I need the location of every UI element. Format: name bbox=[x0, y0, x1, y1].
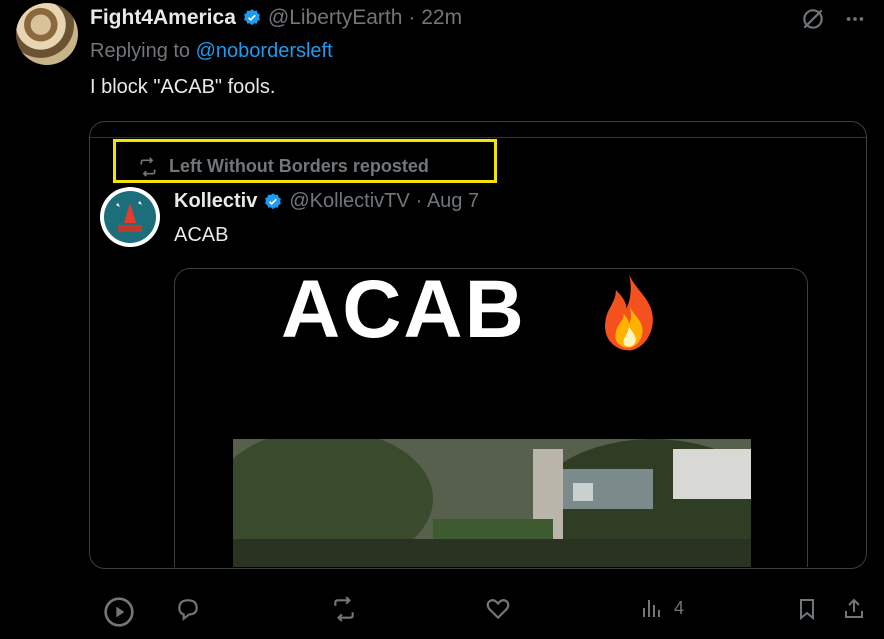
bookmark-icon bbox=[800, 599, 814, 621]
more-icon[interactable] bbox=[844, 8, 866, 30]
tweet-time[interactable]: · 22m bbox=[408, 6, 462, 30]
repost-indicator: Left Without Borders reposted bbox=[137, 156, 429, 177]
author-handle[interactable]: @LibertyEarth bbox=[268, 6, 403, 30]
fire-emoji bbox=[605, 274, 653, 351]
views-icon bbox=[643, 600, 660, 617]
rocket-logo-icon bbox=[116, 201, 142, 232]
reply-button[interactable] bbox=[175, 596, 201, 622]
replying-to-link[interactable]: @nobordersleft bbox=[196, 40, 333, 62]
tweet-action-bar: 4 bbox=[0, 596, 884, 636]
retweet-button[interactable] bbox=[330, 596, 358, 622]
media-title: ACAB bbox=[281, 268, 526, 355]
retweet-icon bbox=[140, 156, 156, 177]
quoted-media[interactable]: ACAB bbox=[174, 268, 808, 567]
views-count: 4 bbox=[674, 597, 685, 618]
video-thumbnail[interactable] bbox=[233, 439, 751, 567]
share-button[interactable] bbox=[842, 596, 866, 622]
like-icon bbox=[486, 599, 510, 620]
verified-badge-icon bbox=[243, 9, 260, 26]
share-icon bbox=[845, 598, 863, 618]
verified-badge-icon bbox=[265, 192, 282, 209]
views-button[interactable]: 4 bbox=[640, 596, 684, 620]
author-name[interactable]: Fight4America bbox=[90, 6, 236, 30]
tweet-text: I block "ACAB" fools. bbox=[90, 76, 276, 98]
quoted-author-handle[interactable]: @KollectivTV bbox=[289, 190, 409, 213]
tweet-header: Fight4America @LibertyEarth · 22m bbox=[90, 6, 462, 30]
quoted-author-avatar[interactable] bbox=[100, 187, 160, 247]
retweet-icon bbox=[334, 596, 354, 622]
tweet-top-actions bbox=[800, 6, 866, 32]
street-scene-image bbox=[233, 439, 751, 567]
author-avatar[interactable] bbox=[16, 3, 78, 65]
play-button[interactable] bbox=[103, 596, 135, 628]
bookmark-button[interactable] bbox=[795, 596, 819, 622]
replying-to: Replying to @nobordersleft bbox=[90, 40, 333, 63]
grok-icon[interactable] bbox=[800, 6, 826, 32]
reply-icon bbox=[178, 599, 198, 622]
quoted-author-name[interactable]: Kollectiv bbox=[174, 190, 257, 213]
repost-text: Left Without Borders reposted bbox=[169, 156, 429, 176]
quoted-text: ACAB bbox=[174, 224, 229, 246]
like-button[interactable] bbox=[485, 596, 511, 622]
quoted-date[interactable]: · Aug 7 bbox=[416, 190, 479, 213]
replying-prefix: Replying to bbox=[90, 40, 191, 62]
quoted-header: Kollectiv @KollectivTV · Aug 7 bbox=[174, 190, 479, 213]
play-icon bbox=[104, 597, 134, 627]
